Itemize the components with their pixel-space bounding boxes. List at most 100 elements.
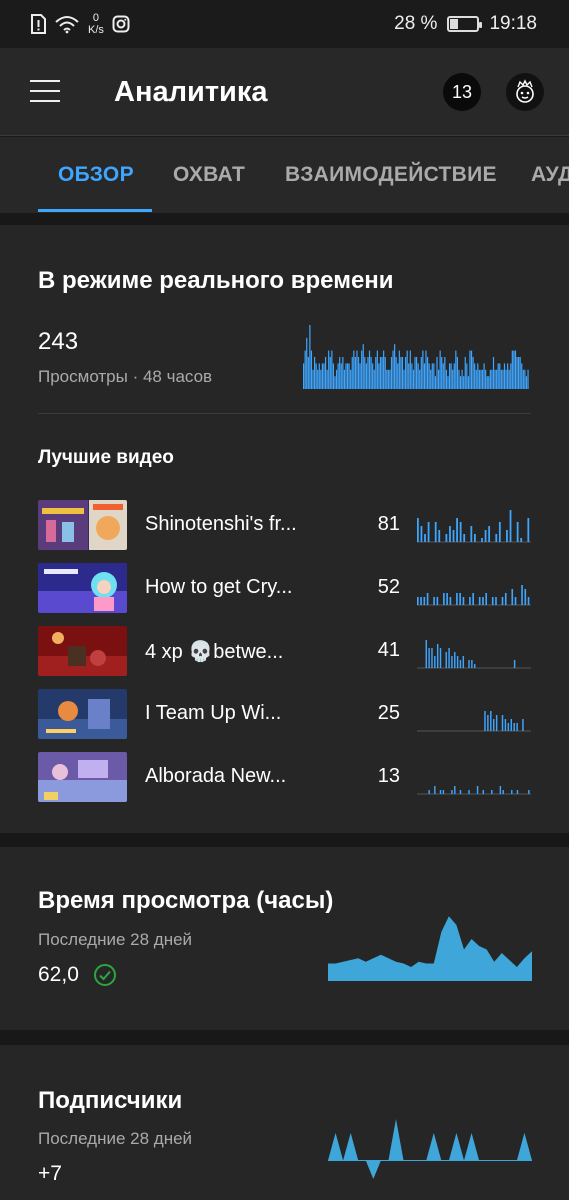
video-row[interactable]: How to get Cry... 52	[38, 563, 531, 613]
realtime-subtitle: Просмотры · 48 часов	[38, 367, 213, 386]
sparkline-bar	[456, 593, 458, 605]
subscribers-card[interactable]: Подписчики Последние 28 дней +7	[0, 1045, 569, 1200]
sparkline-bar	[474, 534, 476, 542]
wifi-icon	[55, 16, 79, 34]
realtime-bar	[461, 369, 463, 389]
realtime-bar	[472, 357, 474, 389]
video-title: Shinotenshi's fr...	[145, 513, 297, 535]
realtime-card[interactable]: В режиме реального времени 243 Просмотры…	[0, 225, 569, 833]
subscribers-value: +7	[38, 1162, 62, 1185]
network-speed-unit: K/s	[88, 24, 104, 36]
realtime-bar	[401, 357, 404, 389]
realtime-bar	[372, 363, 374, 389]
video-row[interactable]: I Team Up Wi... 25	[38, 689, 531, 739]
sparkline-bar	[511, 790, 513, 794]
tab-overview[interactable]: ОБЗОР	[58, 163, 134, 187]
sparkline-bar	[527, 518, 530, 542]
realtime-bar	[397, 363, 399, 389]
realtime-bar	[315, 363, 317, 389]
sparkline-bar	[504, 593, 507, 605]
tab-audience[interactable]: АУДИТОРИЯ	[531, 163, 569, 187]
tab-reach[interactable]: ОХВАТ	[173, 163, 245, 187]
realtime-bar	[489, 369, 491, 389]
realtime-bar	[394, 344, 396, 389]
realtime-bar	[494, 369, 496, 389]
realtime-bar	[334, 376, 336, 389]
realtime-bar	[425, 350, 427, 389]
realtime-bar	[419, 369, 421, 389]
sparkline-bar	[478, 597, 481, 605]
avatar[interactable]	[506, 73, 544, 111]
status-right: 28 % 19:18	[394, 13, 537, 35]
network-speed-value: 0	[92, 12, 100, 24]
realtime-bar	[359, 363, 361, 389]
sparkline-bar	[495, 534, 498, 542]
watch-time-period: Последние 28 дней	[38, 930, 193, 949]
sparkline-bar	[490, 711, 492, 731]
sparkline-bar	[436, 644, 439, 668]
realtime-bar	[370, 357, 372, 389]
realtime-bar	[400, 357, 402, 389]
video-row[interactable]: Alborada New... 13	[38, 752, 531, 802]
sparkline-bar	[468, 790, 470, 794]
realtime-bar	[466, 363, 468, 389]
sparkline-bar	[484, 530, 487, 542]
realtime-bar	[381, 357, 383, 389]
realtime-bar	[455, 350, 457, 389]
realtime-bar	[444, 357, 446, 389]
video-view-count: 13	[377, 765, 400, 787]
battery-icon	[447, 16, 483, 32]
sparkline-bar	[434, 656, 436, 668]
realtime-bar	[442, 363, 444, 389]
realtime-bar	[500, 369, 502, 389]
realtime-bar	[513, 350, 515, 389]
notifications-button[interactable]: 13	[443, 73, 481, 111]
sparkline-bar	[527, 597, 530, 605]
realtime-bar	[485, 369, 487, 389]
sparkline-bar	[439, 648, 442, 668]
realtime-bar	[383, 350, 385, 389]
realtime-bar	[386, 369, 388, 389]
realtime-bar	[332, 363, 335, 389]
active-tab-indicator	[38, 209, 152, 212]
realtime-bar	[525, 376, 528, 389]
realtime-bar	[480, 369, 482, 389]
realtime-bar	[423, 363, 426, 389]
realtime-bar	[483, 363, 485, 389]
realtime-bar	[417, 363, 419, 389]
sparkline-bar	[433, 597, 435, 605]
realtime-bar	[326, 369, 328, 389]
realtime-bar	[321, 363, 324, 389]
tab-engagement[interactable]: ВЗАИМОДЕЙСТВИЕ	[285, 163, 497, 187]
sparkline-bar	[516, 723, 518, 731]
realtime-bar	[491, 369, 493, 389]
sparkline-bar	[485, 593, 488, 605]
realtime-bar	[317, 369, 319, 389]
sparkline-bar	[498, 522, 501, 542]
sparkline-bar	[427, 522, 430, 542]
video-row[interactable]: Shinotenshi's fr... 81	[38, 500, 531, 550]
sparkline-bar	[469, 597, 471, 605]
realtime-bar	[445, 369, 448, 389]
realtime-bar	[447, 376, 449, 389]
realtime-bar	[320, 369, 322, 389]
sparkline-bar	[476, 786, 479, 794]
realtime-bar	[405, 357, 407, 389]
subscribers-period: Последние 28 дней	[38, 1129, 193, 1148]
watch-time-card[interactable]: Время просмотра (часы) Последние 28 дней…	[0, 847, 569, 1030]
top-videos-title: Лучшие видео	[38, 447, 174, 468]
realtime-bar	[453, 363, 455, 389]
realtime-bar	[503, 363, 506, 389]
sim-alert-icon	[31, 14, 46, 34]
sparkline-bar	[482, 790, 484, 794]
sparkline-bar	[502, 790, 504, 794]
realtime-bar	[365, 363, 367, 389]
realtime-bar	[452, 369, 454, 389]
menu-icon[interactable]	[30, 80, 60, 102]
sparkline-bar	[481, 538, 483, 542]
video-row[interactable]: 4 xp 💀betwe... 41	[38, 626, 531, 676]
realtime-bar	[361, 350, 363, 389]
sparkline-bar	[417, 597, 419, 605]
realtime-bar	[368, 350, 371, 389]
video-sparkline	[417, 585, 531, 606]
